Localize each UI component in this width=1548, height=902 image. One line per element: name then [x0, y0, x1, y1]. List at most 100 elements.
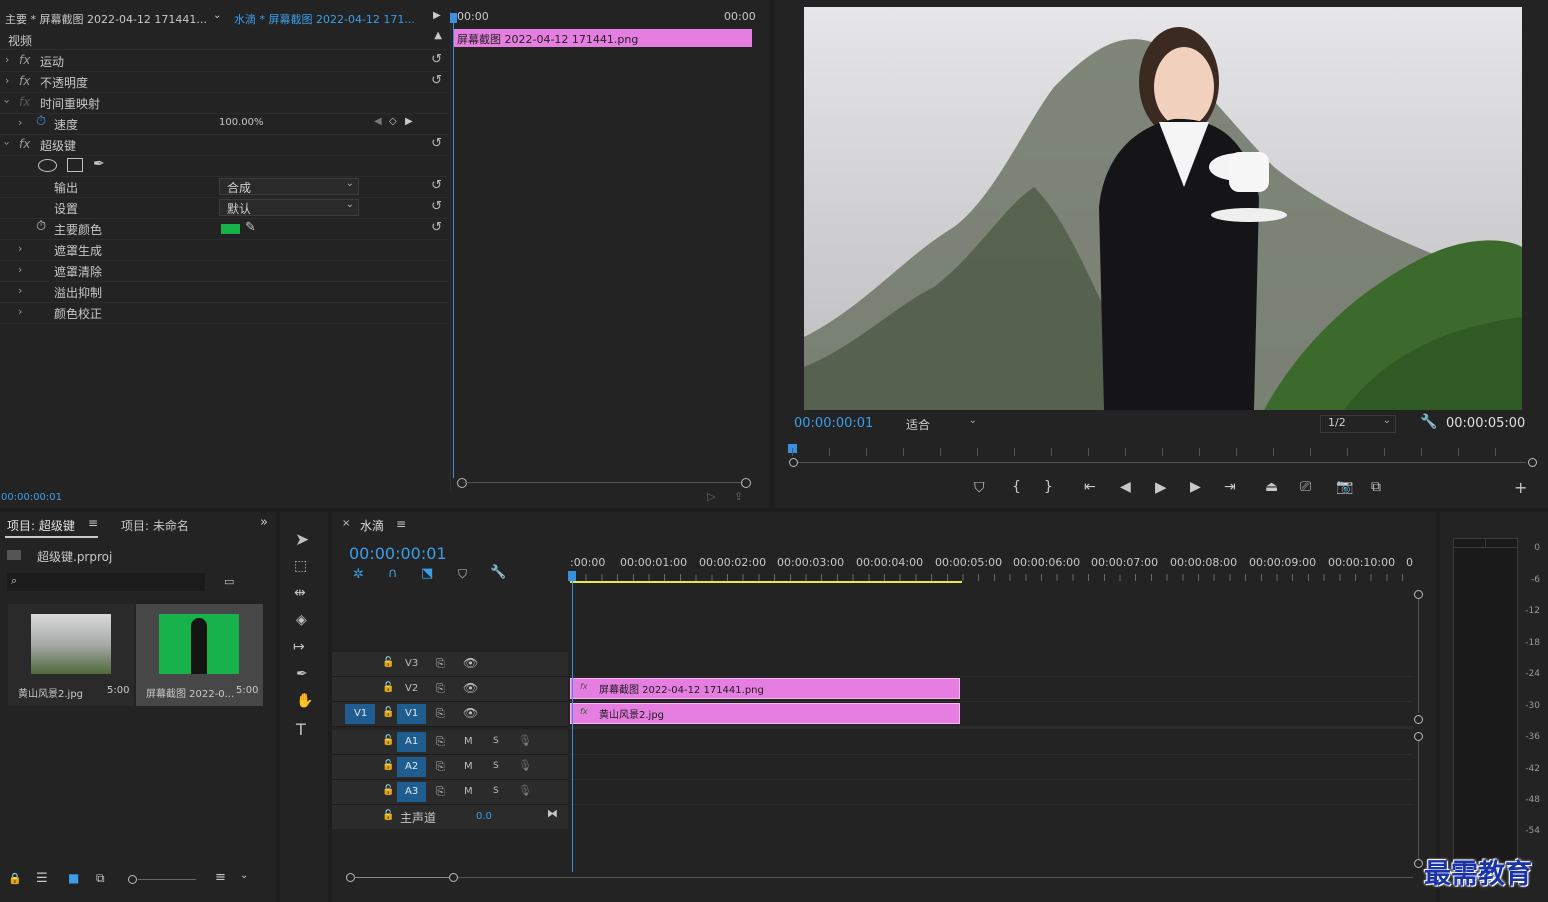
- ellipse-mask-icon[interactable]: [38, 159, 57, 172]
- sync-lock-icon[interactable]: ⎘: [436, 682, 445, 696]
- audio-track-lanes[interactable]: [570, 730, 1413, 829]
- project-search-input[interactable]: ⌕: [7, 573, 205, 591]
- sort-icon[interactable]: ≡: [215, 870, 226, 885]
- nest-icon[interactable]: ✲: [353, 567, 364, 582]
- pen-mask-icon[interactable]: ✒: [93, 156, 105, 172]
- freeform-view-icon[interactable]: ⧉: [96, 871, 105, 886]
- program-scrubber[interactable]: [788, 440, 1537, 470]
- go-to-out-icon[interactable]: ⇥: [1224, 479, 1236, 495]
- sync-lock-icon[interactable]: ⎘: [436, 760, 445, 774]
- reset-icon[interactable]: ↺: [431, 220, 442, 235]
- go-to-in-icon[interactable]: ⇤: [1084, 479, 1096, 495]
- prev-keyframe-icon[interactable]: ◀: [374, 116, 382, 127]
- time-ruler[interactable]: :00:00 00:00:01:00 00:00:02:00 00:00:03:…: [570, 552, 1413, 584]
- reset-icon[interactable]: ↺: [431, 73, 442, 88]
- collapse-chevron-icon[interactable]: ›: [1, 141, 14, 145]
- fx-icon[interactable]: fx: [19, 53, 30, 67]
- mark-in-icon[interactable]: {: [1012, 479, 1021, 495]
- export-frame-icon[interactable]: 📷: [1336, 479, 1353, 495]
- effect-row-ultra-key[interactable]: › fx 超级键 ↺: [0, 134, 448, 156]
- track-target-a3[interactable]: A3: [397, 782, 426, 802]
- resolution-dropdown[interactable]: 1/2 ⌄: [1320, 415, 1396, 433]
- track-lock-icon[interactable]: 🔓: [382, 785, 394, 796]
- project-menu-icon[interactable]: ≡: [88, 516, 98, 530]
- timeline-hscroll-right[interactable]: [449, 873, 458, 882]
- new-bin-search-icon[interactable]: ▭: [224, 575, 234, 588]
- track-lock-icon[interactable]: 🔓: [382, 760, 394, 771]
- stopwatch-icon[interactable]: ⏱: [36, 219, 46, 234]
- lock-icon[interactable]: 🔒: [8, 872, 22, 885]
- track-lock-icon[interactable]: 🔓: [382, 657, 394, 668]
- add-marker-icon[interactable]: ⛉: [974, 480, 985, 496]
- ripple-edit-tool-icon[interactable]: ⇹: [294, 585, 306, 601]
- scrubber-handle-left[interactable]: [789, 458, 798, 467]
- sync-lock-icon[interactable]: ⎘: [436, 707, 445, 721]
- solo-button[interactable]: S: [493, 786, 499, 796]
- reset-icon[interactable]: ↺: [431, 136, 442, 151]
- mini-playhead[interactable]: [453, 13, 454, 478]
- voiceover-mic-icon[interactable]: 🎙: [518, 759, 532, 772]
- compare-view-icon[interactable]: ⧉: [1371, 479, 1381, 495]
- timeline-hscroll-thumb[interactable]: [354, 877, 449, 878]
- expand-chevron-icon[interactable]: ›: [18, 242, 22, 255]
- fx-icon[interactable]: fx: [19, 74, 30, 88]
- play-icon[interactable]: ▶: [1155, 478, 1167, 496]
- solo-button[interactable]: S: [493, 736, 499, 746]
- step-forward-icon[interactable]: ▶: [1190, 479, 1201, 495]
- track-label[interactable]: V3: [405, 658, 418, 669]
- setting-dropdown[interactable]: 默认 ⌄: [219, 199, 359, 216]
- timeline-settings-icon[interactable]: 🔧: [490, 565, 506, 580]
- go-to-master-icon[interactable]: ⧓: [547, 807, 558, 820]
- track-eye-icon[interactable]: 👁: [463, 656, 478, 670]
- fit-dropdown[interactable]: 适合 ⌄: [898, 415, 982, 433]
- sync-lock-icon[interactable]: ⎘: [436, 785, 445, 799]
- collapse-up-icon[interactable]: ▲: [434, 30, 442, 41]
- track-lock-icon[interactable]: 🔓: [382, 810, 394, 821]
- stopwatch-icon[interactable]: ⏱: [36, 114, 46, 129]
- linked-selection-icon[interactable]: ⬔: [421, 566, 433, 581]
- icon-view-icon[interactable]: ■: [68, 871, 79, 885]
- filter-icon[interactable]: ▷: [707, 490, 715, 503]
- export-icon[interactable]: ⇪: [734, 490, 743, 503]
- mark-out-icon[interactable]: }: [1044, 479, 1053, 495]
- add-keyframe-icon[interactable]: ◇: [389, 116, 397, 127]
- master-volume-value[interactable]: 0.0: [476, 811, 492, 822]
- master-dropdown-icon[interactable]: ⌄: [213, 10, 221, 21]
- timeline-timecode[interactable]: 00:00:00:01: [349, 544, 447, 563]
- snap-icon[interactable]: ∩: [388, 566, 398, 581]
- razor-tool-icon[interactable]: ◈: [296, 612, 307, 628]
- track-target-a2[interactable]: A2: [397, 757, 426, 777]
- audio-vscroll-bottom[interactable]: [1414, 859, 1423, 868]
- track-target-a1[interactable]: A1: [397, 732, 426, 752]
- track-eye-icon[interactable]: 👁: [463, 706, 478, 720]
- panel-overflow-icon[interactable]: »: [260, 515, 268, 530]
- program-video-frame[interactable]: [804, 7, 1522, 410]
- effect-row-matte-generation[interactable]: › 遮罩生成: [0, 239, 448, 261]
- expand-chevron-icon[interactable]: ›: [18, 116, 22, 129]
- slider-knob[interactable]: [128, 875, 137, 884]
- solo-button[interactable]: S: [493, 761, 499, 771]
- step-back-icon[interactable]: ◀: [1120, 479, 1131, 495]
- source-patch-v1[interactable]: V1: [345, 704, 375, 724]
- mini-zoom-scrollbar[interactable]: [453, 477, 751, 488]
- thumbnail-greenscreen[interactable]: [159, 614, 239, 674]
- settings-wrench-icon[interactable]: 🔧: [1420, 414, 1437, 430]
- voiceover-mic-icon[interactable]: 🎙: [518, 734, 532, 747]
- thumbnail-landscape[interactable]: [31, 614, 111, 674]
- effect-row-speed[interactable]: › ⏱ 速度 100.00% ◀ ◇ ▶: [0, 113, 448, 135]
- scrubber-handle-right[interactable]: [1528, 458, 1537, 467]
- track-label[interactable]: V2: [405, 683, 418, 694]
- effect-row-opacity[interactable]: › fx 不透明度 ↺: [0, 71, 448, 93]
- effect-row-spill-suppression[interactable]: › 溢出抑制: [0, 281, 448, 303]
- track-select-tool-icon[interactable]: ⬚: [294, 558, 307, 574]
- next-keyframe-icon[interactable]: ▶: [405, 116, 413, 127]
- expand-chevron-icon[interactable]: ›: [5, 53, 9, 66]
- hand-tool-icon[interactable]: ✋: [296, 693, 313, 709]
- mute-button[interactable]: M: [464, 761, 473, 772]
- track-lock-icon[interactable]: 🔓: [382, 735, 394, 746]
- video-vscroll-top[interactable]: [1414, 590, 1423, 599]
- effect-row-color-correction[interactable]: › 颜色校正: [0, 302, 448, 324]
- pen-tool-icon[interactable]: ✒: [296, 666, 308, 682]
- expand-chevron-icon[interactable]: ›: [18, 263, 22, 276]
- sync-lock-icon[interactable]: ⎘: [436, 657, 445, 671]
